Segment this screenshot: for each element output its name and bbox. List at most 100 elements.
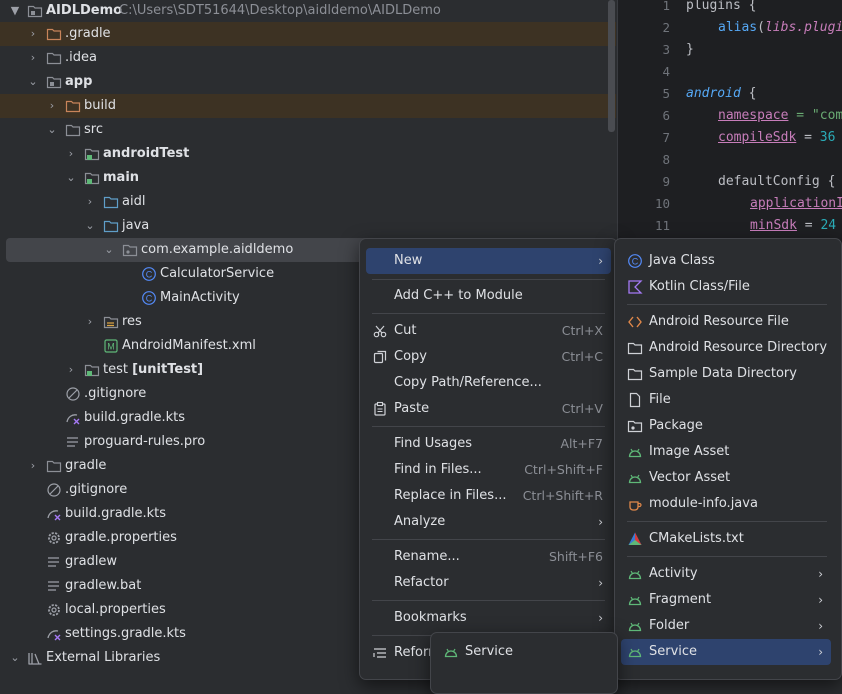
- chevron-right-icon[interactable]: ›: [46, 94, 58, 118]
- submenu-item-service[interactable]: Service ›: [621, 639, 831, 665]
- submenu-item-file[interactable]: File: [621, 387, 831, 413]
- tree-scrollbar[interactable]: [608, 0, 615, 132]
- gear-icon: [46, 526, 62, 550]
- chevron-down-icon[interactable]: ▼: [9, 0, 21, 23]
- svg-text:C: C: [146, 294, 153, 304]
- android-icon: [627, 592, 643, 608]
- submenu-item-service-service[interactable]: Service: [437, 639, 611, 665]
- menu-separator: [627, 521, 827, 522]
- tree-row-androidtest[interactable]: › androidTest: [0, 142, 616, 166]
- submenu-item-sample-data-directory[interactable]: Sample Data Directory: [621, 361, 831, 387]
- submenu-item-activity[interactable]: Activity ›: [621, 561, 831, 587]
- shortcut-label: Ctrl+V: [561, 401, 603, 416]
- submenu-item-module-info[interactable]: module-info.java: [621, 491, 831, 517]
- submenu-item-fragment[interactable]: Fragment ›: [621, 587, 831, 613]
- tree-row-src[interactable]: ⌄ src: [0, 118, 616, 142]
- menu-item-find-usages[interactable]: Find Usages Alt+F7: [366, 431, 611, 457]
- line-number: 8: [662, 152, 670, 167]
- menu-item-rename[interactable]: Rename... Shift+F6: [366, 544, 611, 570]
- submenu-item-cmakelists[interactable]: CMakeLists.txt: [621, 526, 831, 552]
- menu-item-copy-path[interactable]: Copy Path/Reference...: [366, 370, 611, 396]
- tree-row-app[interactable]: ⌄ app: [0, 70, 616, 94]
- tree-row-idea[interactable]: › .idea: [0, 46, 616, 70]
- text-file-icon: [65, 430, 81, 454]
- menu-item-label: CMakeLists.txt: [649, 531, 744, 546]
- tree-item-label: External Libraries: [46, 650, 161, 665]
- menu-item-label: Kotlin Class/File: [649, 279, 750, 294]
- tree-item-label: .idea: [65, 50, 97, 65]
- menu-item-cut[interactable]: Cut Ctrl+X: [366, 318, 611, 344]
- submenu-item-image-asset[interactable]: Image Asset: [621, 439, 831, 465]
- menu-item-new[interactable]: New ›: [366, 248, 611, 274]
- tree-row-aidl[interactable]: › aidl: [0, 190, 616, 214]
- submenu-item-kotlin-class[interactable]: Kotlin Class/File: [621, 274, 831, 300]
- chevron-down-icon[interactable]: ⌄: [84, 214, 96, 238]
- menu-item-label: Cut: [394, 323, 417, 338]
- android-icon: [627, 644, 643, 660]
- manifest-icon: M: [103, 334, 119, 358]
- menu-item-label: Service: [465, 644, 514, 659]
- chevron-right-icon[interactable]: ›: [84, 310, 96, 334]
- menu-item-label: Java Class: [649, 253, 715, 268]
- folder-icon: [46, 454, 62, 478]
- menu-item-label: Copy: [394, 349, 427, 364]
- chevron-right-icon: ›: [818, 619, 823, 633]
- chevron-right-icon[interactable]: ›: [65, 142, 77, 166]
- code-line: defaultConfig {: [718, 174, 836, 189]
- submenu-item-android-resource-directory[interactable]: Android Resource Directory: [621, 335, 831, 361]
- menu-item-add-cpp[interactable]: Add C++ to Module: [366, 283, 611, 309]
- menu-item-label: Folder: [649, 618, 690, 633]
- submenu-item-java-class[interactable]: C Java Class: [621, 248, 831, 274]
- menu-item-paste[interactable]: Paste Ctrl+V: [366, 396, 611, 422]
- chevron-right-icon[interactable]: ›: [27, 22, 39, 46]
- module-folder-icon: [46, 70, 62, 94]
- tree-row-root[interactable]: ▼ AIDLDemo C:\Users\SDT51644\Desktop\aid…: [0, 0, 616, 23]
- code-line: alias(libs.plugi: [718, 20, 842, 35]
- menu-item-label: Package: [649, 418, 703, 433]
- submenu-item-vector-asset[interactable]: Vector Asset: [621, 465, 831, 491]
- menu-item-copy[interactable]: Copy Ctrl+C: [366, 344, 611, 370]
- chevron-right-icon[interactable]: ›: [84, 190, 96, 214]
- test-folder-icon: [84, 358, 100, 382]
- folder-icon: [46, 22, 62, 46]
- chevron-down-icon[interactable]: ⌄: [46, 118, 58, 142]
- source-folder-icon: [103, 214, 119, 238]
- gear-icon: [46, 598, 62, 622]
- tree-row-java[interactable]: ⌄ java: [0, 214, 616, 238]
- menu-item-replace-in-files[interactable]: Replace in Files... Ctrl+Shift+R: [366, 483, 611, 509]
- chevron-down-icon[interactable]: ⌄: [103, 238, 115, 262]
- class-icon: C: [627, 253, 643, 269]
- chevron-down-icon[interactable]: ⌄: [9, 646, 21, 670]
- submenu-item-package[interactable]: Package: [621, 413, 831, 439]
- folder-icon: [46, 46, 62, 70]
- text-file-icon: [46, 574, 62, 598]
- android-icon: [627, 618, 643, 634]
- chevron-right-icon[interactable]: ›: [27, 46, 39, 70]
- project-root-name: AIDLDemo: [46, 3, 123, 18]
- tree-row-main[interactable]: ⌄ main: [0, 166, 616, 190]
- menu-item-label: Service: [649, 644, 698, 659]
- menu-item-analyze[interactable]: Analyze ›: [366, 509, 611, 535]
- line-number: 4: [662, 64, 670, 79]
- menu-item-find-in-files[interactable]: Find in Files... Ctrl+Shift+F: [366, 457, 611, 483]
- context-menu: New › Add C++ to Module Cut Ctrl+X Copy …: [359, 238, 618, 680]
- menu-item-refactor[interactable]: Refactor ›: [366, 570, 611, 596]
- chevron-down-icon[interactable]: ⌄: [65, 166, 77, 190]
- chevron-down-icon[interactable]: ⌄: [27, 70, 39, 94]
- submenu-item-folder[interactable]: Folder ›: [621, 613, 831, 639]
- tree-row-build[interactable]: › build: [0, 94, 616, 118]
- tree-item-label: AndroidManifest.xml: [122, 338, 256, 353]
- tree-row-gradle-dir[interactable]: › .gradle: [0, 22, 616, 46]
- package-icon: [627, 418, 643, 434]
- menu-item-label: Paste: [394, 401, 430, 416]
- menu-separator: [627, 556, 827, 557]
- menu-item-bookmarks[interactable]: Bookmarks ›: [366, 605, 611, 631]
- submenu-item-android-resource-file[interactable]: Android Resource File: [621, 309, 831, 335]
- menu-item-label: File: [649, 392, 671, 407]
- tree-item-label: com.example.aidldemo: [141, 242, 294, 257]
- chevron-right-icon[interactable]: ›: [65, 358, 77, 382]
- chevron-right-icon[interactable]: ›: [27, 454, 39, 478]
- tree-item-label: .gitignore: [65, 482, 128, 497]
- paste-icon: [372, 401, 388, 417]
- chevron-right-icon: ›: [598, 576, 603, 590]
